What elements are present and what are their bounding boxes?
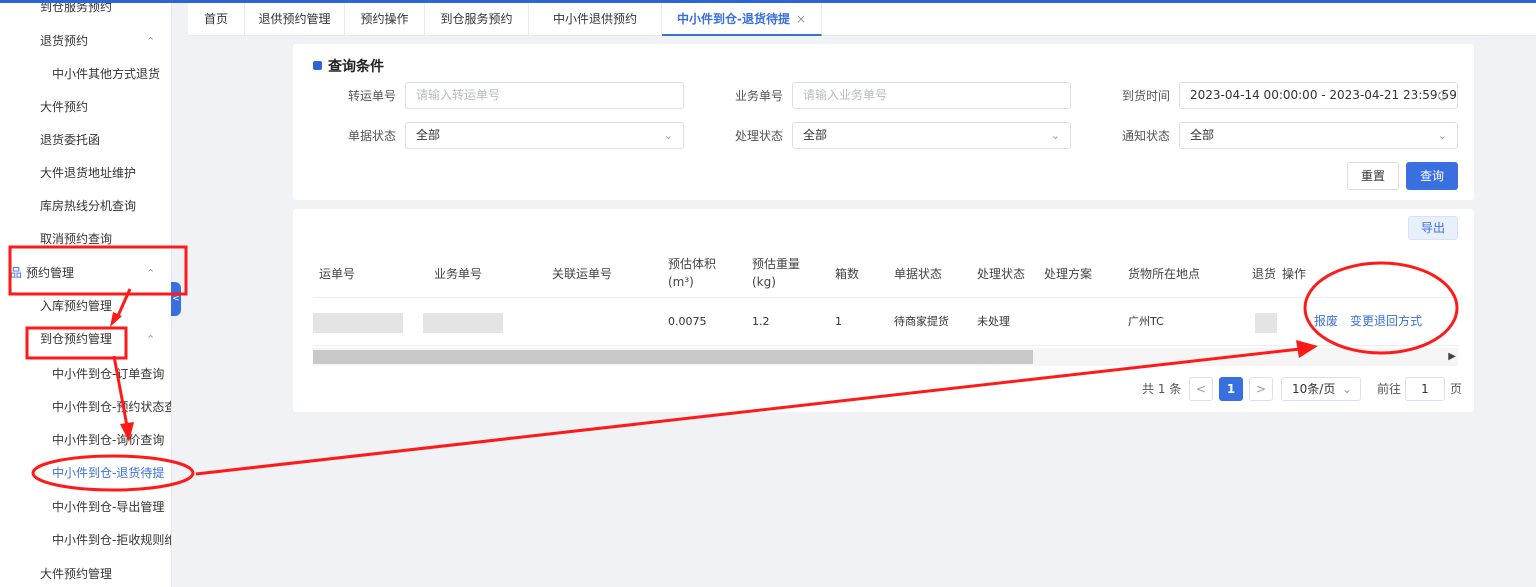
table-row-divider xyxy=(313,345,1458,346)
search-panel-title: 查询条件 xyxy=(313,56,384,76)
notify-status-select[interactable]: 全部 ⌄ xyxy=(1179,122,1458,149)
square-icon xyxy=(313,61,322,70)
pagination-total: 共 1 条 xyxy=(1142,382,1182,396)
col-waybill: 运单号 xyxy=(319,267,356,281)
sidebar-item-export-mgmt[interactable]: 中小件到仓-导出管理 xyxy=(0,491,171,524)
tab-return-supply-mgmt[interactable]: 退供预约管理 xyxy=(245,3,345,36)
business-no-input[interactable]: 请输入业务单号 xyxy=(792,82,1071,109)
tab-bar: 首页 退供预约管理 预约操作 到仓服务预约 中小件退供预约 中小件到仓-退货待提… xyxy=(188,3,1536,36)
transfer-no-input[interactable]: 请输入转运单号 xyxy=(405,82,684,109)
sidebar-item-large-appointment[interactable]: 大件预约 xyxy=(0,91,171,124)
tab-appointment-op[interactable]: 预约操作 xyxy=(345,3,425,36)
chevron-down-icon: ⌄ xyxy=(663,129,673,142)
cell-weight: 1.2 xyxy=(752,315,770,328)
search-panel: 查询条件 转运单号 请输入转运单号 业务单号 请输入业务单号 到货时间 2023… xyxy=(293,44,1474,200)
cell-location: 广州TC xyxy=(1128,315,1164,328)
col-process-plan: 处理方案 xyxy=(1044,267,1093,281)
next-page-button[interactable]: > xyxy=(1249,377,1273,401)
transfer-no-label: 转运单号 xyxy=(347,89,396,103)
goto-page-input[interactable]: 1 xyxy=(1405,377,1445,401)
goto-prefix: 前往 xyxy=(1377,382,1402,396)
cell-boxes: 1 xyxy=(835,315,842,328)
page-number-current[interactable]: 1 xyxy=(1219,377,1243,401)
reset-button[interactable]: 重置 xyxy=(1347,162,1399,190)
sidebar-item-order-query[interactable]: 中小件到仓-订单查询 xyxy=(0,358,171,391)
scrollbar-thumb[interactable] xyxy=(313,350,1033,364)
sidebar-item-hotline[interactable]: 库房热线分机查询 xyxy=(0,190,171,223)
export-button[interactable]: 导出 xyxy=(1408,216,1458,240)
cell-doc-status: 待商家提货 xyxy=(894,315,949,328)
sidebar-item-return-pickup[interactable]: 中小件到仓-退货待提 xyxy=(0,457,171,490)
chevron-down-icon: ⌄ xyxy=(1437,129,1447,142)
col-related: 关联运单号 xyxy=(552,267,613,281)
sidebar-item-reject-rules[interactable]: 中小件到仓-拒收规则维 xyxy=(0,524,171,557)
table-header-divider xyxy=(313,297,1458,298)
cell-process-status: 未处理 xyxy=(977,315,1010,328)
process-status-label: 处理状态 xyxy=(734,129,783,143)
sidebar-item-status-query[interactable]: 中小件到仓-预约状态查 xyxy=(0,391,171,424)
chevron-up-icon: ⌃ xyxy=(146,333,156,346)
close-icon[interactable]: × xyxy=(796,12,806,26)
redacted-waybill xyxy=(313,313,403,333)
col-return: 退货 xyxy=(1252,267,1277,281)
col-boxes: 箱数 xyxy=(835,267,860,281)
sidebar-item-address-maintain[interactable]: 大件退货地址维护 xyxy=(0,157,171,190)
col-doc-status: 单据状态 xyxy=(894,267,943,281)
sidebar-item-arrival-service[interactable]: 到仓服务预约 xyxy=(0,3,171,24)
doc-status-select[interactable]: 全部 ⌄ xyxy=(405,122,684,149)
col-volume: 预估体积(m³) xyxy=(668,257,717,289)
redacted-business xyxy=(423,313,503,333)
tab-arrival-service[interactable]: 到仓服务预约 xyxy=(425,3,529,36)
sidebar-collapse-button[interactable]: < xyxy=(171,282,181,316)
sidebar-item-large-mgmt[interactable]: 大件预约管理 xyxy=(0,558,171,587)
query-button[interactable]: 查询 xyxy=(1406,162,1458,190)
clock-icon: ◷ xyxy=(1437,88,1448,102)
sidebar-item-return-appointment[interactable]: 退货预约 ⌃ xyxy=(0,25,171,58)
sidebar-item-return-letter[interactable]: 退货委托函 xyxy=(0,124,171,157)
results-panel: 导出 运单号 业务单号 关联运单号 预估体积(m³) 预估重量(kg) 箱数 单… xyxy=(293,209,1474,412)
scrap-link[interactable]: 报废 xyxy=(1314,312,1338,330)
col-business: 业务单号 xyxy=(434,267,483,281)
sidebar-item-inbound-mgmt[interactable]: 入库预约管理 xyxy=(0,290,171,323)
col-process-status: 处理状态 xyxy=(977,267,1026,281)
chevron-up-icon: ⌃ xyxy=(146,35,156,48)
redacted-return xyxy=(1255,313,1277,333)
sidebar-item-cancel-query[interactable]: 取消预约查询 xyxy=(0,223,171,256)
arrival-time-range[interactable]: 2023-04-14 00:00:00 - 2023-04-21 23:59:5… xyxy=(1179,82,1458,109)
tab-home[interactable]: 首页 xyxy=(188,3,245,36)
tab-return-pickup[interactable]: 中小件到仓-退货待提 × xyxy=(662,3,822,36)
horizontal-scrollbar[interactable]: ▶ xyxy=(313,348,1458,366)
cell-volume: 0.0075 xyxy=(668,315,707,328)
chevron-up-icon: ⌃ xyxy=(146,267,156,280)
tab-small-return-supply[interactable]: 中小件退供预约 xyxy=(529,3,662,36)
scroll-right-icon[interactable]: ▶ xyxy=(1448,348,1456,366)
chevron-down-icon: ⌄ xyxy=(1050,129,1060,142)
col-weight: 预估重量(kg) xyxy=(752,257,801,289)
page-size-select[interactable]: 10条/页 ⌄ xyxy=(1281,377,1361,401)
sidebar-item-appointment-mgmt[interactable]: 品预约管理 ⌃ xyxy=(0,257,171,290)
notify-status-label: 通知状态 xyxy=(1121,129,1170,143)
arrival-time-label: 到货时间 xyxy=(1121,89,1170,103)
business-no-label: 业务单号 xyxy=(734,89,783,103)
change-return-method-link[interactable]: 变更退回方式 xyxy=(1350,312,1422,330)
grid-icon: 品 xyxy=(10,266,23,280)
col-ops: 操作 xyxy=(1282,267,1307,281)
prev-page-button[interactable]: < xyxy=(1189,377,1213,401)
sidebar-item-price-query[interactable]: 中小件到仓-询价查询 xyxy=(0,424,171,457)
doc-status-label: 单据状态 xyxy=(347,129,396,143)
sidebar: 到仓服务预约 退货预约 ⌃ 中小件其他方式退货 大件预约 退货委托函 大件退货地址… xyxy=(0,3,172,587)
sidebar-item-other-return[interactable]: 中小件其他方式退货 xyxy=(0,58,171,91)
chevron-down-icon: ⌄ xyxy=(1341,382,1352,396)
sidebar-item-arrival-mgmt[interactable]: 到仓预约管理 ⌃ xyxy=(0,323,171,356)
goto-suffix: 页 xyxy=(1450,382,1463,396)
process-status-select[interactable]: 全部 ⌄ xyxy=(792,122,1071,149)
col-location: 货物所在地点 xyxy=(1128,267,1201,281)
